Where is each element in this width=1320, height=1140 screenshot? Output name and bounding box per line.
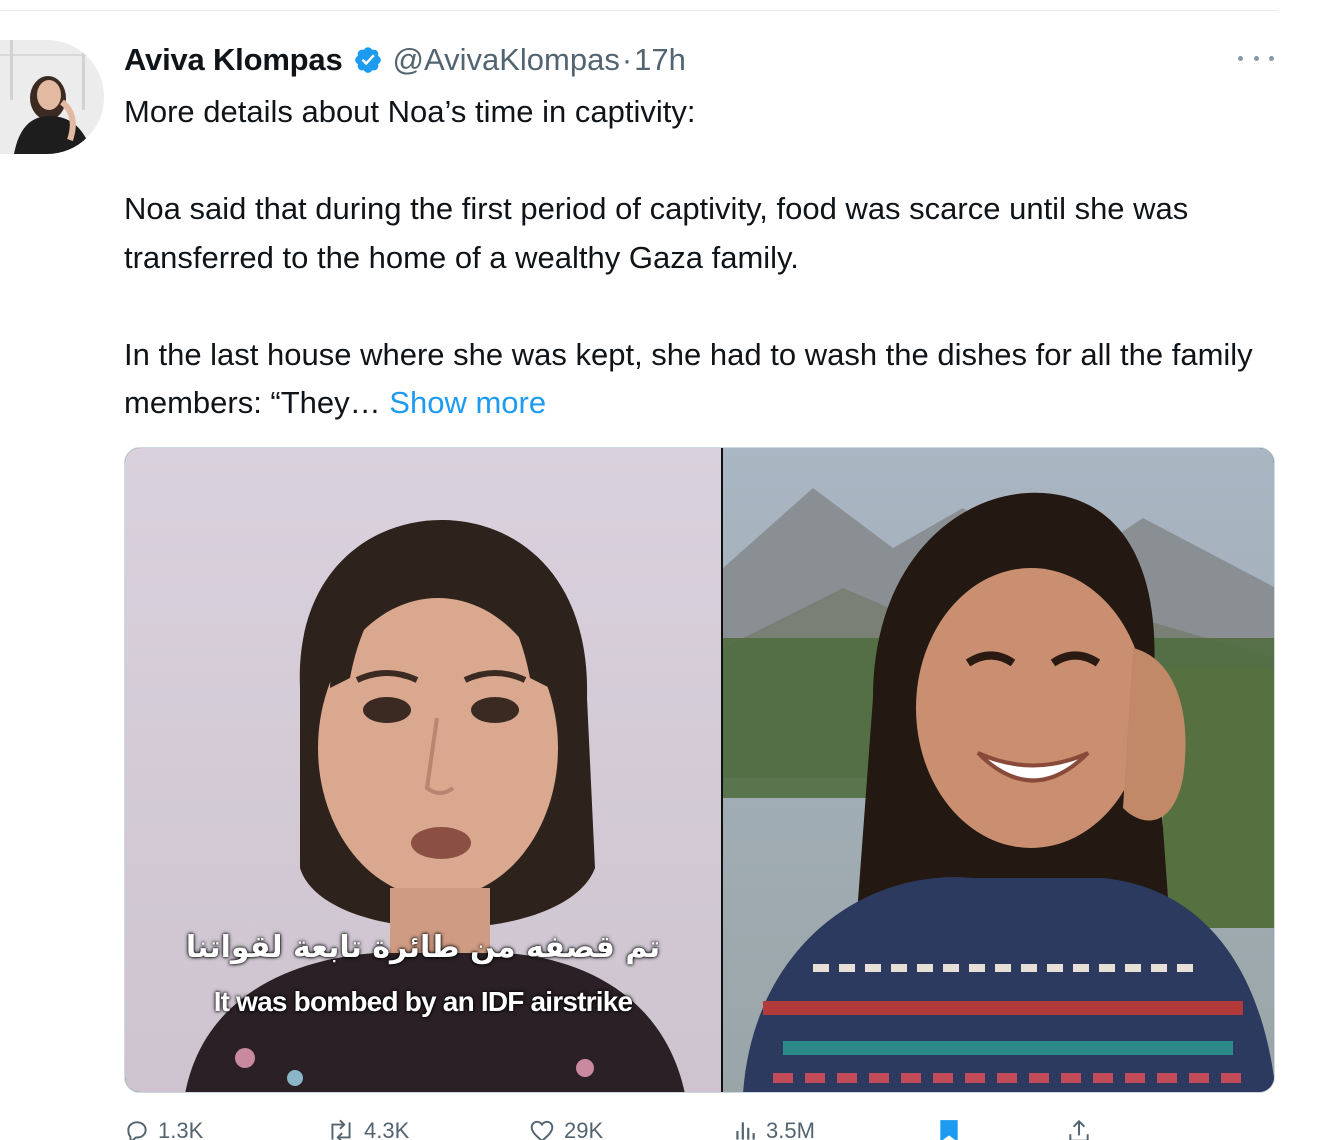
tweet-paragraph-2: Noa said that during the first period of… [124,191,1189,275]
share-icon [1069,1119,1089,1140]
bookmark-icon [940,1120,958,1140]
like-button[interactable]: 29K [528,1118,603,1140]
tweet-paragraph-3-text: In the last house where she was kept, sh… [124,336,1253,421]
tweet-media[interactable]: تم قصفه من طائرة تابعة لقواتنا It was bo… [124,447,1275,1093]
more-dots-icon[interactable] [1238,46,1274,70]
author-avatar[interactable] [0,40,104,154]
header-separator: · [621,42,633,77]
tweet-header: Aviva Klompas @AvivaKlompas · 17h [124,38,686,82]
views-button[interactable]: 3.5M [732,1118,815,1140]
caption-english: It was bombed by an IDF airstrike [213,986,633,1017]
tweet-text: More details about Noa’s time in captivi… [124,88,1284,428]
reply-icon [127,1121,147,1140]
caption-arabic: تم قصفه من طائرة تابعة لقواتنا [185,930,661,965]
repost-button[interactable]: 4.3K [326,1118,409,1140]
share-button[interactable] [1066,1118,1100,1140]
repost-icon [331,1119,351,1140]
author-handle[interactable]: @AvivaKlompas [393,42,620,78]
tweet-actions: 1.3K 4.3K 29K 3.5M [124,1118,1274,1140]
heart-icon [530,1120,554,1140]
tweet-view: Aviva Klompas @AvivaKlompas · 17h More d… [0,0,1320,1140]
views-chart-icon [736,1122,755,1140]
tweet-timestamp[interactable]: 17h [634,42,686,78]
repost-count: 4.3K [364,1118,410,1140]
media-image-left[interactable]: تم قصفه من طائرة تابعة لقواتنا It was bo… [125,448,721,1092]
verified-badge-icon[interactable] [353,45,383,75]
media-image-right[interactable] [723,448,1274,1092]
like-count: 29K [564,1118,604,1140]
show-more-link[interactable]: Show more [389,385,546,420]
reply-button[interactable]: 1.3K [124,1118,203,1140]
bookmark-button[interactable] [938,1118,968,1140]
tweet-paragraph-1: More details about Noa’s time in captivi… [124,94,696,129]
author-name[interactable]: Aviva Klompas [124,42,343,78]
tweet-paragraph-3: In the last house where she was kept, sh… [124,331,1284,428]
reply-count: 1.3K [158,1118,204,1140]
top-divider [0,10,1278,11]
views-count: 3.5M [766,1118,815,1140]
